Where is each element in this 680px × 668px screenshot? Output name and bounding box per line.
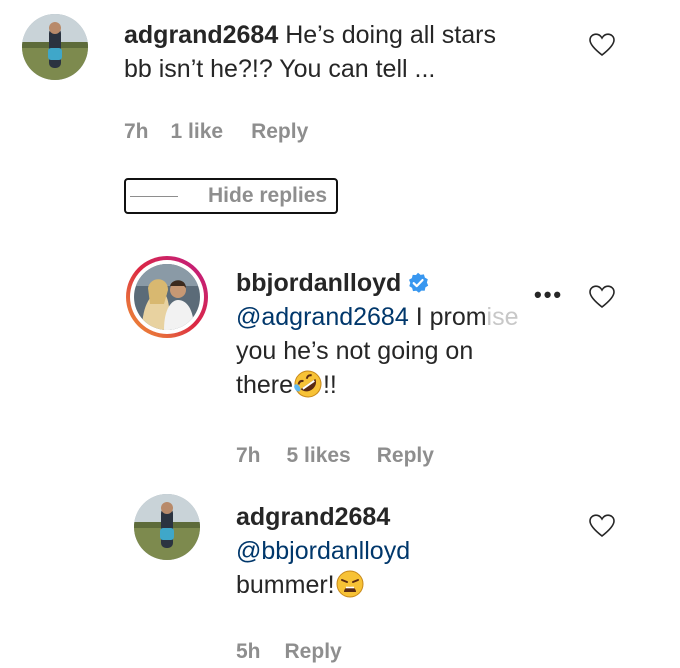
comment-meta: 7h 1 like Reply [124, 120, 308, 144]
avatar[interactable] [134, 494, 200, 560]
reply-text: adgrand2684 @bbjordanlloyd bummer! [236, 500, 576, 602]
reply-body-line1-faded: ise [486, 303, 519, 331]
reply-button[interactable]: Reply [377, 444, 434, 468]
reply-body-line2: you he’s not going on [236, 337, 474, 365]
hide-replies-label: Hide replies [208, 184, 328, 207]
reply-meta: 7h 5 likes Reply [236, 444, 434, 468]
weary-face-icon [336, 570, 364, 598]
divider-line [130, 195, 178, 197]
comment-text: adgrand2684 He’s doing all stars bb isn’… [124, 18, 574, 86]
comment-username[interactable]: adgrand2684 [124, 21, 278, 49]
hide-replies-button[interactable]: Hide replies [124, 178, 338, 214]
more-options-icon[interactable]: ••• [534, 282, 563, 308]
comment-time[interactable]: 7h [124, 120, 149, 144]
reply-time[interactable]: 5h [236, 640, 261, 664]
heart-icon[interactable] [589, 514, 615, 538]
comment-likes[interactable]: 1 like [171, 120, 224, 144]
heart-icon[interactable] [589, 33, 615, 57]
reply-button[interactable]: Reply [251, 120, 308, 144]
reply-button[interactable]: Reply [285, 640, 342, 664]
reply-body-line3: there [236, 371, 293, 399]
avatar [134, 264, 200, 330]
comment-body-line2: bb isn’t he?!? You can tell ... [124, 55, 436, 83]
reply-body-line1: I prom [408, 303, 487, 331]
reply-username[interactable]: bbjordanlloyd [236, 269, 401, 297]
reply-username[interactable]: adgrand2684 [236, 503, 390, 531]
mention-link[interactable]: @bbjordanlloyd [236, 537, 410, 565]
comment-body-line1: He’s doing all stars [285, 21, 496, 49]
reply-likes[interactable]: 5 likes [287, 444, 351, 468]
verified-badge-icon [409, 272, 429, 293]
rolling-on-floor-laughing-icon [294, 370, 322, 398]
heart-icon[interactable] [589, 285, 615, 309]
avatar-story-ring[interactable] [126, 256, 208, 338]
reply-text: bbjordanlloyd @adgrand2684 I promise you… [236, 266, 576, 402]
reply-meta: 5h Reply [236, 640, 342, 664]
avatar[interactable] [22, 14, 88, 80]
reply-body: bummer! [236, 571, 335, 599]
mention-link[interactable]: @adgrand2684 [236, 303, 409, 331]
reply-body-line3-end: !! [322, 371, 337, 399]
reply-time[interactable]: 7h [236, 444, 261, 468]
